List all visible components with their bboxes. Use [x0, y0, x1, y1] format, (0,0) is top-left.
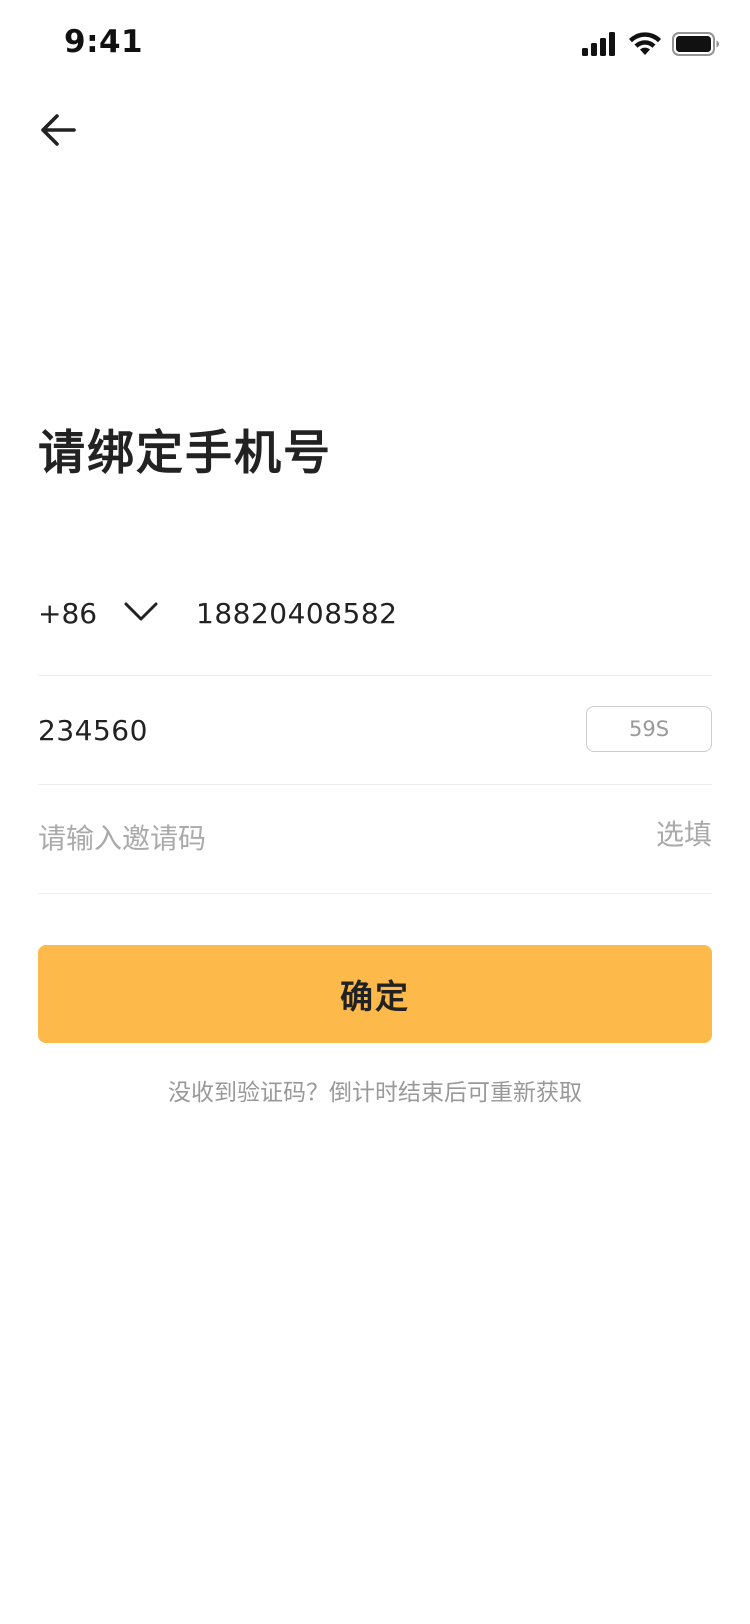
signal-icon: [582, 32, 618, 60]
status-icons: [582, 32, 720, 60]
wifi-icon: [628, 31, 662, 61]
resend-tip: 没收到验证码？倒计时结束后可重新获取: [168, 1080, 582, 1106]
phone-number-input[interactable]: [196, 593, 696, 633]
battery-icon: [672, 32, 720, 60]
phone-field-row: +86: [38, 555, 712, 676]
arrow-left-icon: [38, 112, 78, 152]
resend-countdown-button[interactable]: 59S: [586, 706, 712, 752]
status-time: 9:41: [64, 24, 144, 60]
optional-label: 选填: [655, 818, 712, 851]
status-bar: 9:41: [0, 0, 750, 94]
country-code-dropdown[interactable]: [122, 595, 160, 633]
chevron-down-icon: [123, 601, 159, 627]
verification-code-input[interactable]: [38, 708, 488, 752]
invite-code-row: 选填: [38, 785, 712, 894]
verification-code-row: 59S: [38, 676, 712, 785]
page-title: 请绑定手机号: [38, 426, 332, 481]
country-code[interactable]: +86: [38, 600, 97, 628]
confirm-button[interactable]: 确定: [38, 945, 712, 1043]
back-button[interactable]: [34, 108, 82, 156]
invite-code-input[interactable]: [38, 815, 558, 861]
